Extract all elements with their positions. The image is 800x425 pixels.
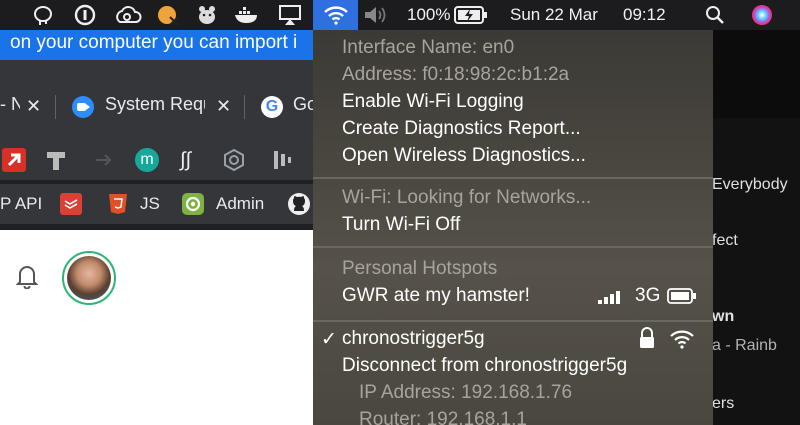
creative-cloud-icon[interactable]	[113, 4, 143, 26]
connected-network-item[interactable]: chronostrigger5g	[342, 328, 485, 350]
zoom-icon	[72, 96, 94, 118]
cellular-signal-icon	[597, 288, 627, 304]
todoist-icon[interactable]	[60, 193, 82, 215]
docker-whale-icon[interactable]	[232, 4, 262, 26]
airplay-icon[interactable]	[277, 4, 303, 26]
tab-separator	[55, 95, 56, 119]
menu-divider	[313, 246, 713, 248]
mac-address-label: Address: f0:18:98:2c:b1:2a	[342, 64, 570, 85]
menu-divider	[313, 177, 713, 179]
tab-close-icon[interactable]: ✕	[216, 96, 231, 117]
tab-close-icon[interactable]: ✕	[26, 96, 41, 117]
banner-text: on your computer you can import i	[10, 32, 298, 53]
page-content	[0, 230, 318, 425]
ip-address-label: IP Address: 192.168.1.76	[359, 382, 573, 403]
interface-name-label: Interface Name: en0	[342, 37, 515, 58]
create-diagnostics-report-item[interactable]: Create Diagnostics Report...	[342, 118, 581, 140]
tool-extension-icon[interactable]	[44, 148, 68, 172]
siri-icon[interactable]	[749, 4, 775, 26]
open-wireless-diagnostics-item[interactable]: Open Wireless Diagnostics...	[342, 145, 586, 167]
tab-label-2[interactable]: System Requ	[105, 84, 205, 124]
wifi-icon	[323, 6, 348, 25]
song-title[interactable]: fect	[712, 232, 738, 250]
hotspot-battery-icon	[667, 288, 697, 304]
bookmark-api[interactable]: P API	[0, 194, 42, 214]
arrow-extension-icon[interactable]	[2, 148, 26, 172]
bookmark-js[interactable]: JS	[140, 194, 160, 214]
menubar-date[interactable]: Sun 22 Mar	[510, 5, 598, 25]
song-title[interactable]: Everybody	[712, 176, 788, 194]
arrow-right-extension-icon[interactable]	[92, 148, 116, 172]
bookmark-admin[interactable]: Admin	[216, 194, 264, 214]
m-extension-icon[interactable]: m	[135, 148, 159, 172]
notification-bell-icon[interactable]	[14, 263, 40, 290]
battery-percent: 100%	[407, 5, 451, 24]
github-icon[interactable]	[288, 193, 310, 215]
menu-bar: 100% Sun 22 Mar 09:12	[0, 0, 800, 30]
disconnect-item[interactable]: Disconnect from chronostrigger5g	[342, 355, 627, 377]
song-title[interactable]: ers	[712, 395, 734, 413]
hotspot-network-type: 3G	[635, 285, 661, 306]
personal-hotspots-header: Personal Hotspots	[342, 258, 498, 279]
battery-charging-icon[interactable]	[453, 4, 489, 26]
one-password-icon[interactable]	[72, 4, 98, 26]
hex-extension-icon[interactable]	[222, 148, 246, 172]
admin-icon[interactable]	[182, 193, 204, 215]
turn-wifi-off-item[interactable]: Turn Wi-Fi Off	[342, 214, 460, 236]
song-title[interactable]: wn	[712, 308, 734, 326]
tab-separator	[244, 95, 245, 119]
wifi-dropdown-menu: Interface Name: en0 Address: f0:18:98:2c…	[313, 30, 713, 425]
hamster-icon[interactable]	[193, 4, 221, 26]
hotspot-item-name[interactable]: GWR ate my hamster!	[342, 285, 530, 307]
lock-icon	[638, 327, 656, 349]
avatar[interactable]	[62, 251, 116, 305]
menu-divider	[313, 320, 713, 322]
postgres-elephant-icon[interactable]	[30, 4, 56, 26]
google-icon: G	[261, 96, 283, 118]
script-extension-icon[interactable]: ∫∫	[180, 148, 204, 172]
import-banner: on your computer you can import i	[0, 30, 318, 60]
music-app-header	[712, 30, 800, 118]
song-artist[interactable]: a - Rainb	[712, 337, 777, 355]
bars-extension-icon[interactable]	[270, 148, 294, 172]
wifi-menu-button[interactable]	[313, 0, 358, 30]
speaker-icon[interactable]	[362, 4, 390, 26]
enable-wifi-logging-item[interactable]: Enable Wi-Fi Logging	[342, 91, 524, 113]
tab-label-1[interactable]: - N	[0, 84, 20, 124]
checkmark-icon: ✓	[321, 329, 337, 350]
menubar-time[interactable]: 09:12	[623, 5, 666, 25]
router-label: Router: 192.168.1.1	[359, 409, 527, 425]
wifi-signal-icon	[669, 329, 695, 349]
macos-app-badge-icon[interactable]	[155, 4, 181, 26]
html5-icon[interactable]	[108, 193, 128, 215]
spotlight-search-icon[interactable]	[703, 4, 727, 26]
wifi-status-label: Wi-Fi: Looking for Networks...	[342, 187, 592, 208]
